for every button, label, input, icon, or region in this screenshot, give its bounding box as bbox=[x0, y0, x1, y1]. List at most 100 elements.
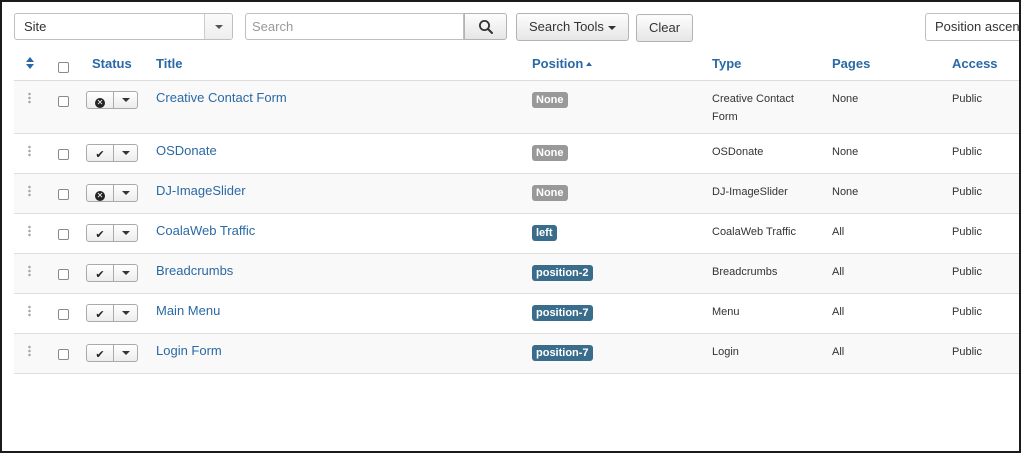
circle-x-icon: ✕ bbox=[95, 98, 105, 108]
module-pages: All bbox=[832, 266, 845, 278]
table-body: ✕ Creative Contact Form None Creative Conta… bbox=[14, 81, 1019, 374]
module-type: CoalaWeb Traffic bbox=[712, 226, 796, 238]
status-actions-dropdown[interactable] bbox=[114, 305, 137, 321]
caret-down-icon bbox=[607, 25, 616, 30]
client-filter-select[interactable]: Site bbox=[14, 13, 233, 40]
sort-icon[interactable] bbox=[26, 57, 35, 69]
status-toggle-button[interactable]: ✔ bbox=[87, 305, 114, 321]
position-badge: left bbox=[532, 225, 557, 241]
table-row: ✔ Breadcrumbs position-2 Breadcrumbs All Publ… bbox=[14, 254, 1019, 294]
check-icon: ✔ bbox=[95, 269, 105, 281]
module-type: Breadcrumbs bbox=[712, 266, 778, 278]
module-type: Creative Contact Form bbox=[712, 93, 794, 123]
module-access: Public bbox=[952, 306, 982, 318]
status-actions-dropdown[interactable] bbox=[114, 145, 137, 161]
check-icon: ✔ bbox=[95, 309, 105, 321]
search-input[interactable] bbox=[245, 13, 464, 40]
status-toggle-button[interactable]: ✕ bbox=[87, 92, 114, 108]
module-access: Public bbox=[952, 346, 982, 358]
column-access[interactable]: Access bbox=[952, 56, 998, 71]
status-actions-dropdown[interactable] bbox=[114, 92, 137, 108]
chevron-down-icon[interactable] bbox=[204, 14, 232, 39]
client-filter-value: Site bbox=[24, 19, 47, 34]
module-pages: All bbox=[832, 226, 845, 238]
status-button-group: ✕ bbox=[86, 91, 138, 109]
drag-handle-icon[interactable] bbox=[28, 185, 31, 197]
position-badge: None bbox=[532, 145, 568, 161]
module-pages: All bbox=[832, 306, 845, 318]
status-button-group: ✕ bbox=[86, 184, 138, 202]
module-title-link[interactable]: Breadcrumbs bbox=[156, 263, 233, 278]
status-actions-dropdown[interactable] bbox=[114, 225, 137, 241]
row-checkbox[interactable] bbox=[58, 189, 69, 200]
module-type: OSDonate bbox=[712, 146, 764, 158]
module-type: Menu bbox=[712, 306, 740, 318]
status-toggle-button[interactable]: ✕ bbox=[87, 185, 114, 201]
search-tools-label: Search Tools bbox=[529, 19, 604, 34]
column-position[interactable]: Position bbox=[532, 56, 593, 71]
window-frame: Site Search Tools Clear Position ascendi… bbox=[0, 0, 1021, 453]
module-title-link[interactable]: Creative Contact Form bbox=[156, 90, 287, 105]
row-checkbox[interactable] bbox=[58, 149, 69, 160]
status-button-group: ✔ bbox=[86, 344, 138, 362]
module-access: Public bbox=[952, 146, 982, 158]
drag-handle-icon[interactable] bbox=[28, 265, 31, 277]
search-button[interactable] bbox=[464, 13, 507, 40]
select-all-checkbox[interactable] bbox=[58, 62, 69, 73]
search-tools-button[interactable]: Search Tools bbox=[516, 13, 629, 41]
row-checkbox[interactable] bbox=[58, 309, 69, 320]
module-pages: None bbox=[832, 146, 859, 158]
table-row: ✔ Main Menu position-7 Menu All Public bbox=[14, 294, 1019, 334]
drag-handle-icon[interactable] bbox=[28, 345, 31, 357]
column-title[interactable]: Title bbox=[156, 56, 183, 71]
drag-handle-icon[interactable] bbox=[28, 305, 31, 317]
status-actions-dropdown[interactable] bbox=[114, 265, 137, 281]
position-badge: position-2 bbox=[532, 265, 593, 281]
status-toggle-button[interactable]: ✔ bbox=[87, 265, 114, 281]
status-toggle-button[interactable]: ✔ bbox=[87, 225, 114, 241]
check-icon: ✔ bbox=[95, 229, 105, 241]
status-button-group: ✔ bbox=[86, 224, 138, 242]
check-icon: ✔ bbox=[95, 149, 105, 161]
table-header: Status Title Position Type Pages Access bbox=[14, 48, 1019, 81]
module-type: DJ-ImageSlider bbox=[712, 186, 788, 198]
position-badge: None bbox=[532, 185, 568, 201]
module-title-link[interactable]: Main Menu bbox=[156, 303, 220, 318]
module-title-link[interactable]: DJ-ImageSlider bbox=[156, 183, 246, 198]
circle-x-icon: ✕ bbox=[95, 191, 105, 201]
module-title-link[interactable]: OSDonate bbox=[156, 143, 217, 158]
table-row: ✕ Creative Contact Form None Creative Conta… bbox=[14, 81, 1019, 134]
table-row: ✔ CoalaWeb Traffic left CoalaWeb Traffic All… bbox=[14, 214, 1019, 254]
module-access: Public bbox=[952, 266, 982, 278]
column-position-label: Position bbox=[532, 56, 584, 71]
position-badge: position-7 bbox=[532, 345, 593, 361]
row-checkbox[interactable] bbox=[58, 349, 69, 360]
drag-handle-icon[interactable] bbox=[28, 92, 31, 104]
position-badge: None bbox=[532, 92, 568, 108]
module-pages: All bbox=[832, 346, 845, 358]
module-pages: None bbox=[832, 93, 859, 105]
module-type: Login bbox=[712, 346, 739, 358]
status-toggle-button[interactable]: ✔ bbox=[87, 145, 114, 161]
ordering-select[interactable]: Position ascending bbox=[925, 13, 1019, 41]
table-row: ✔ OSDonate None OSDonate None Public bbox=[14, 134, 1019, 174]
module-title-link[interactable]: Login Form bbox=[156, 343, 222, 358]
status-actions-dropdown[interactable] bbox=[114, 345, 137, 361]
module-title-link[interactable]: CoalaWeb Traffic bbox=[156, 223, 255, 238]
status-actions-dropdown[interactable] bbox=[114, 185, 137, 201]
status-toggle-button[interactable]: ✔ bbox=[87, 345, 114, 361]
clear-button[interactable]: Clear bbox=[636, 14, 693, 42]
module-access: Public bbox=[952, 226, 982, 238]
row-checkbox[interactable] bbox=[58, 229, 69, 240]
column-status[interactable]: Status bbox=[92, 56, 132, 71]
drag-handle-icon[interactable] bbox=[28, 145, 31, 157]
table-row: ✕ DJ-ImageSlider None DJ-ImageSlider None Pub… bbox=[14, 174, 1019, 214]
table-row: ✔ Login Form position-7 Login All Public bbox=[14, 334, 1019, 374]
row-checkbox[interactable] bbox=[58, 269, 69, 280]
position-badge: position-7 bbox=[532, 305, 593, 321]
drag-handle-icon[interactable] bbox=[28, 225, 31, 237]
column-pages[interactable]: Pages bbox=[832, 56, 870, 71]
filter-toolbar: Site Search Tools Clear Position ascendi… bbox=[14, 13, 1019, 43]
row-checkbox[interactable] bbox=[58, 96, 69, 107]
column-type[interactable]: Type bbox=[712, 56, 741, 71]
